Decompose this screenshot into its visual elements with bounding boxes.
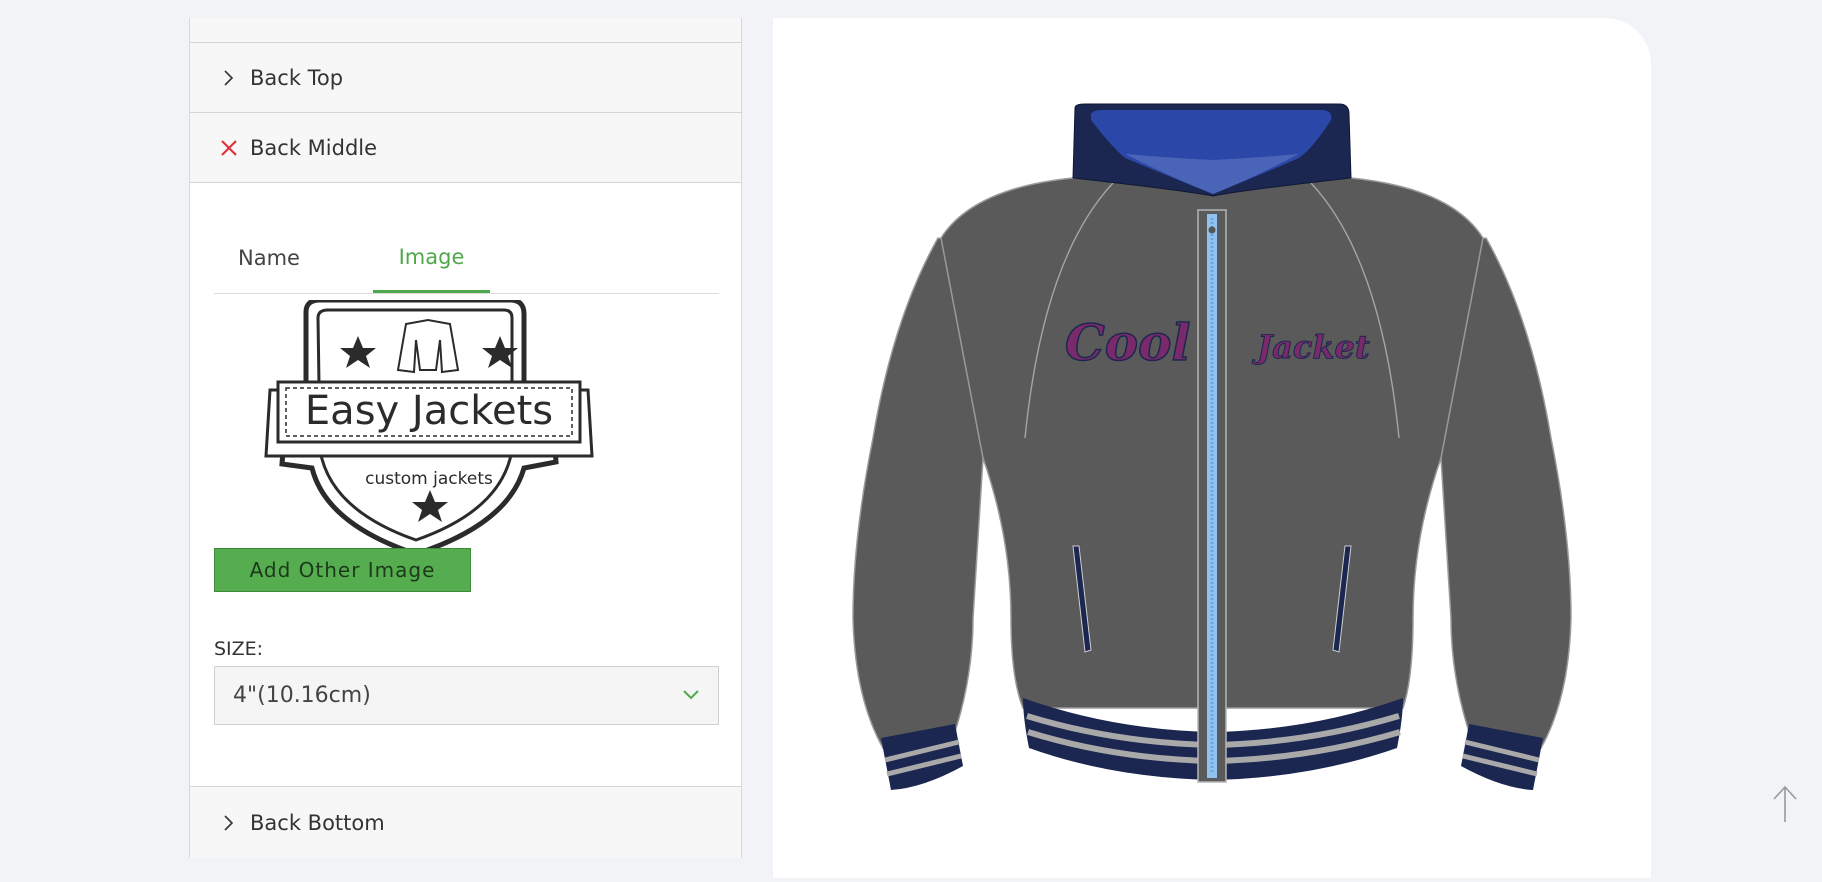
chevron-right-icon	[214, 69, 244, 87]
accordion-label: Back Bottom	[250, 810, 385, 835]
logo-brand-text: Easy Jackets	[305, 388, 553, 434]
accordion-back-bottom[interactable]: Back Bottom	[190, 786, 741, 858]
tab-image[interactable]: Image	[373, 223, 490, 293]
jacket-text-left: Cool	[1065, 313, 1191, 372]
jacket-preview-canvas: Cool Jacket	[773, 18, 1651, 878]
size-label: SIZE:	[214, 638, 264, 660]
chevron-right-icon	[214, 814, 244, 832]
tab-name[interactable]: Name	[214, 223, 324, 293]
uploaded-logo-image: Easy Jackets custom jackets	[264, 300, 594, 557]
arrow-up-icon	[1773, 785, 1797, 822]
add-other-image-button[interactable]: Add Other Image	[214, 548, 471, 592]
chevron-down-icon	[682, 686, 700, 705]
logo-tagline-text: custom jackets	[365, 469, 493, 489]
jacket-preview-image: Cool Jacket	[852, 103, 1572, 790]
tab-bar: Name Image	[214, 223, 719, 294]
accordion-label: Back Top	[250, 65, 344, 90]
size-selected-value: 4"(10.16cm)	[233, 683, 371, 708]
size-select[interactable]: 4"(10.16cm)	[214, 666, 719, 725]
accordion-back-top[interactable]: Back Top	[190, 43, 741, 113]
accordion-row-prev	[190, 18, 741, 43]
close-icon[interactable]	[214, 139, 244, 157]
customization-panel: Back Top Back Middle Name Image Easy Jac…	[189, 18, 742, 858]
scroll-to-top-button[interactable]	[1770, 784, 1800, 824]
accordion-label: Back Middle	[250, 135, 378, 160]
jacket-text-right: Jacket	[1251, 328, 1370, 366]
accordion-back-middle[interactable]: Back Middle	[190, 113, 741, 183]
